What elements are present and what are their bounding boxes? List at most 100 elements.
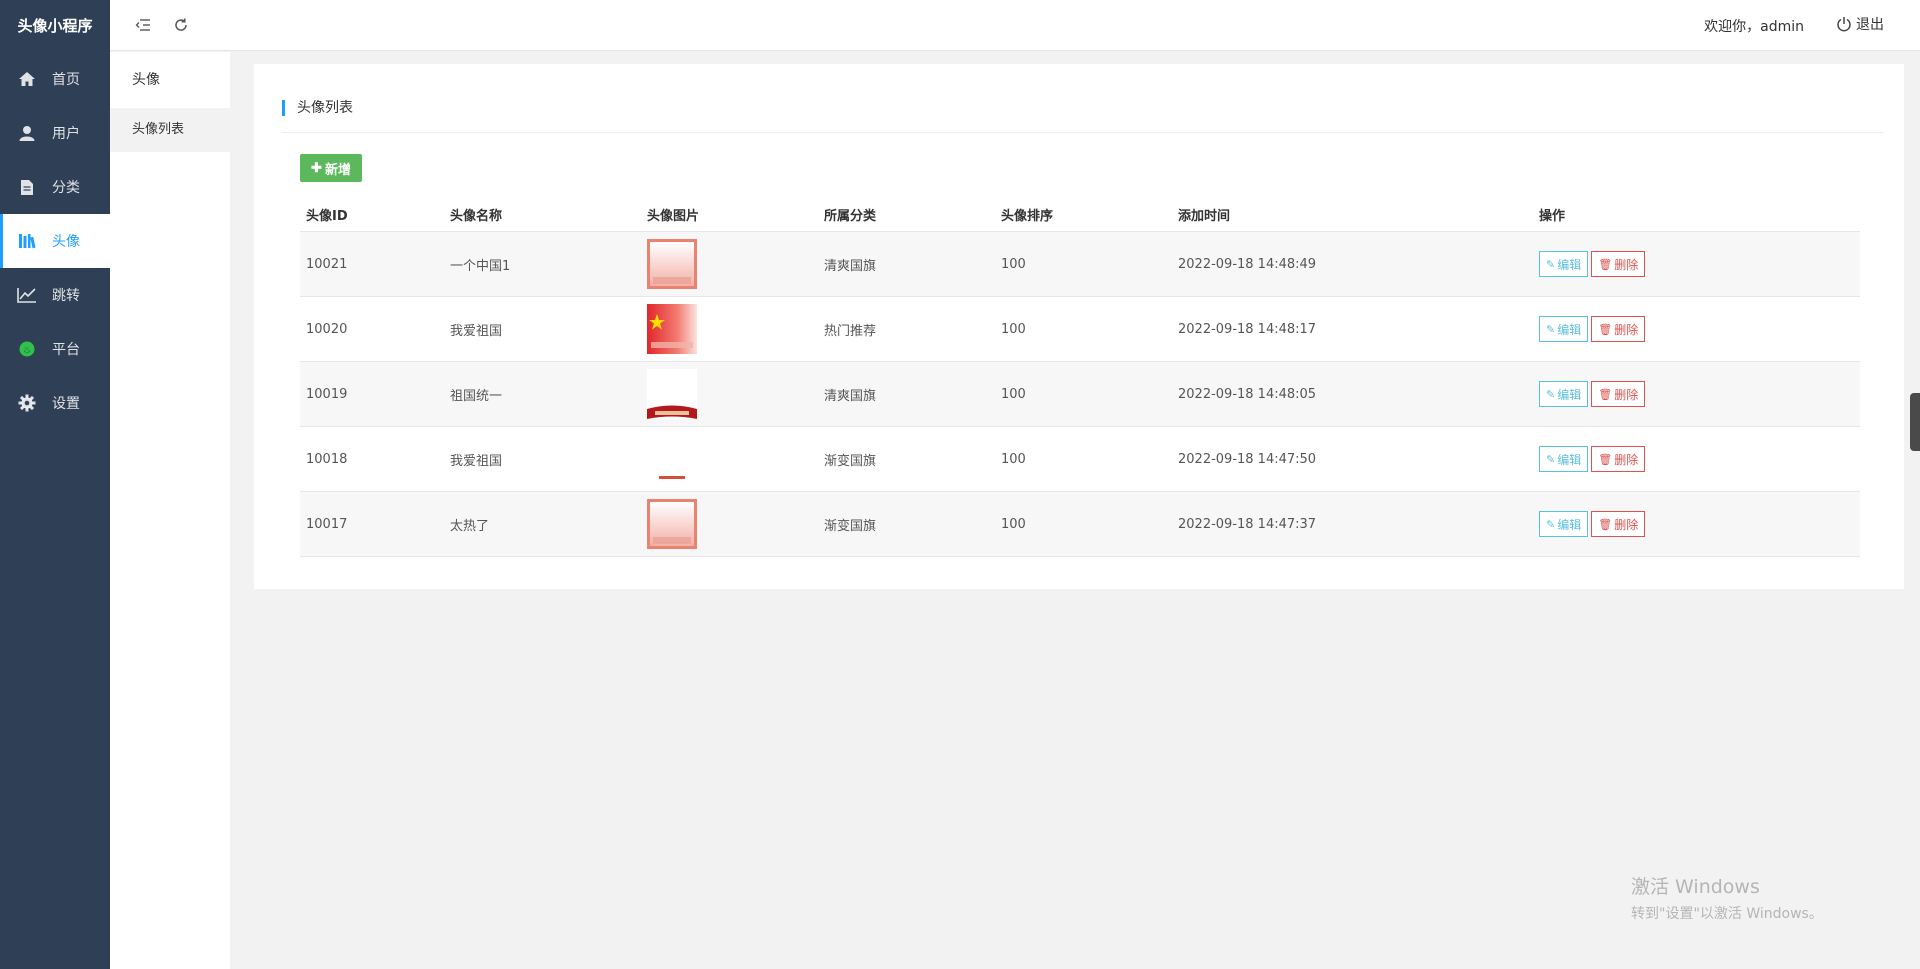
table-row: 10017 太热了 渐变国旗 100 2022-09-18 14:47:37 ✎ 编辑 🗑 删除: [300, 491, 1860, 557]
order-cell: 100: [995, 426, 1172, 492]
edit-label: 编辑: [1557, 322, 1582, 337]
actions-cell: ✎ 编辑 🗑 删除: [1533, 231, 1860, 297]
refresh-button[interactable]: [170, 14, 192, 36]
sidebar-item-0[interactable]: 首页: [0, 52, 110, 106]
avatar-id-cell: 10019: [300, 361, 444, 427]
avatar-table: 头像ID 头像名称 头像图片 所属分类 头像排序 添加时间 操作 10021 一个…: [300, 198, 1860, 557]
row-actions: ✎ 编辑 🗑 删除: [1539, 381, 1860, 407]
avatar-thumbnail[interactable]: [647, 369, 818, 419]
sidebar-item-label: 头像: [52, 234, 80, 250]
category-cell: 渐变国旗: [818, 491, 995, 557]
col-header-time: 添加时间: [1172, 198, 1533, 232]
actions-cell: ✎ 编辑 🗑 删除: [1533, 296, 1860, 362]
avatar-name-cell: 太热了: [444, 491, 641, 557]
avatar-id-cell: 10020: [300, 296, 444, 362]
sidebar-item-5[interactable]: ♨ 平台: [0, 322, 110, 376]
avatar-image-cell: [641, 426, 818, 492]
add-avatar-button[interactable]: ✚ 新增: [300, 154, 362, 182]
col-header-order: 头像排序: [995, 198, 1172, 232]
pencil-icon: ✎: [1546, 257, 1556, 271]
avatar-image-cell: [641, 296, 818, 362]
avatar-name-cell: 我爱祖国: [444, 296, 641, 362]
side-scroll-handle[interactable]: [1910, 393, 1920, 451]
submenu-title: 头像: [132, 72, 160, 88]
avatar-image-cell: [641, 231, 818, 297]
avatar-thumbnail[interactable]: [647, 499, 818, 549]
trash-icon: 🗑: [1598, 322, 1613, 336]
pencil-icon: ✎: [1546, 452, 1556, 466]
row-actions: ✎ 编辑 🗑 删除: [1539, 511, 1860, 537]
edit-button[interactable]: ✎ 编辑: [1539, 251, 1589, 277]
sidebar-item-2[interactable]: 分类: [0, 160, 110, 214]
added-time-cell: 2022-09-18 14:48:17: [1172, 296, 1533, 362]
indent-icon: [135, 19, 150, 31]
platform-icon: ♨: [16, 338, 38, 360]
added-time-cell: 2022-09-18 14:48:49: [1172, 231, 1533, 297]
sidebar: 头像小程序 首页用户分类头像跳转 ♨ 平台 设置: [0, 0, 110, 969]
delete-button[interactable]: 🗑 删除: [1591, 381, 1646, 407]
actions-cell: ✎ 编辑 🗑 删除: [1533, 361, 1860, 427]
col-header-id: 头像ID: [300, 198, 444, 232]
avatar-id-cell: 10021: [300, 231, 444, 297]
sidebar-item-label: 分类: [52, 180, 80, 196]
delete-label: 删除: [1614, 322, 1639, 337]
sidebar-item-1[interactable]: 用户: [0, 106, 110, 160]
avatar-thumbnail[interactable]: [647, 304, 818, 354]
edit-button[interactable]: ✎ 编辑: [1539, 316, 1589, 342]
avatar-thumbnail[interactable]: [647, 434, 818, 484]
avatar-name-cell: 祖国统一: [444, 361, 641, 427]
delete-button[interactable]: 🗑 删除: [1591, 511, 1646, 537]
category-cell: 清爽国旗: [818, 231, 995, 297]
home-icon: [16, 68, 38, 90]
collapse-menu-button[interactable]: [132, 14, 154, 36]
edit-button[interactable]: ✎ 编辑: [1539, 511, 1589, 537]
svg-text:♨: ♨: [23, 346, 31, 356]
refresh-icon: [175, 18, 187, 31]
row-actions: ✎ 编辑 🗑 删除: [1539, 251, 1860, 277]
order-cell: 100: [995, 296, 1172, 362]
watermark-line2: 转到"设置"以激活 Windows。: [1631, 906, 1823, 922]
plus-icon: ✚: [311, 160, 322, 175]
title-divider: [282, 132, 1884, 133]
logout-button[interactable]: 退出: [1836, 14, 1884, 34]
delete-button[interactable]: 🗑 删除: [1591, 316, 1646, 342]
welcome-text: 欢迎你，admin: [1704, 19, 1804, 35]
delete-button[interactable]: 🗑 删除: [1591, 251, 1646, 277]
sidebar-item-label: 首页: [52, 72, 80, 88]
page-title: 头像列表: [282, 100, 353, 116]
add-label: 新增: [324, 161, 351, 177]
submenu-item-avatar-list[interactable]: 头像列表: [110, 108, 230, 152]
trash-icon: 🗑: [1598, 257, 1613, 271]
delete-button[interactable]: 🗑 删除: [1591, 446, 1646, 472]
brand-title: 头像小程序: [17, 17, 93, 35]
edit-label: 编辑: [1557, 387, 1582, 402]
sidebar-item-6[interactable]: 设置: [0, 376, 110, 430]
delete-label: 删除: [1614, 257, 1639, 272]
sidebar-nav: 首页用户分类头像跳转 ♨ 平台 设置: [0, 52, 110, 430]
edit-label: 编辑: [1557, 257, 1582, 272]
avatar-thumbnail[interactable]: [647, 239, 818, 289]
avatar-image-cell: [641, 491, 818, 557]
logout-label: 退出: [1856, 17, 1884, 33]
avatar-id-cell: 10018: [300, 426, 444, 492]
user-icon: [16, 122, 38, 144]
order-cell: 100: [995, 491, 1172, 557]
row-actions: ✎ 编辑 🗑 删除: [1539, 316, 1860, 342]
edit-button[interactable]: ✎ 编辑: [1539, 381, 1589, 407]
sidebar-item-3[interactable]: 头像: [0, 214, 110, 268]
col-header-category: 所属分类: [818, 198, 995, 232]
top-header: 欢迎你，admin 退出: [110, 0, 1920, 51]
order-cell: 100: [995, 231, 1172, 297]
col-header-image: 头像图片: [641, 198, 818, 232]
added-time-cell: 2022-09-18 14:48:05: [1172, 361, 1533, 427]
sidebar-item-4[interactable]: 跳转: [0, 268, 110, 322]
avatar-name-cell: 我爱祖国: [444, 426, 641, 492]
book-icon: [16, 230, 38, 252]
added-time-cell: 2022-09-18 14:47:50: [1172, 426, 1533, 492]
category-cell: 渐变国旗: [818, 426, 995, 492]
avatar-image-cell: [641, 361, 818, 427]
power-icon: [1836, 16, 1852, 32]
delete-label: 删除: [1614, 517, 1639, 532]
trash-icon: 🗑: [1598, 517, 1613, 531]
edit-button[interactable]: ✎ 编辑: [1539, 446, 1589, 472]
